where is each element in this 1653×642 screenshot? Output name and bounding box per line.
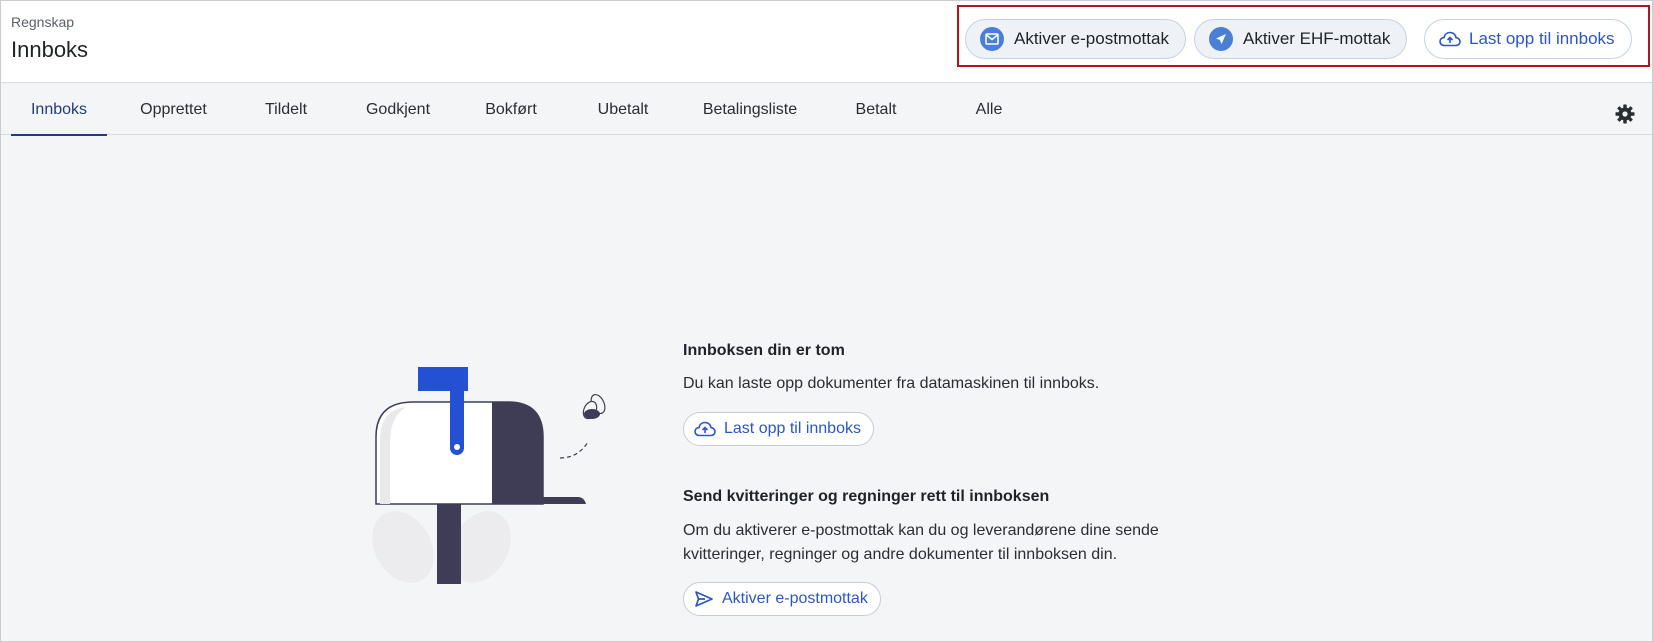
header-actions-highlight: Aktiver e-postmottak Aktiver EHF-mottak … <box>957 5 1650 67</box>
tab-label: Alle <box>975 100 1003 118</box>
tab-label: Godkjent <box>365 100 431 118</box>
activate-email-link-button[interactable]: Aktiver e-postmottak <box>683 582 881 616</box>
tab-godkjent[interactable]: Godkjent <box>356 84 440 135</box>
email-icon <box>980 27 1004 51</box>
tab-label: Tildelt <box>264 100 308 118</box>
activate-email-link-label: Aktiver e-postmottak <box>722 590 868 607</box>
cloud-upload-icon <box>694 421 716 437</box>
send-section-text: Om du aktiverer e-postmottak kan du og l… <box>683 522 1159 563</box>
activate-ehf-label: Aktiver EHF-mottak <box>1243 29 1391 48</box>
tab-label: Betalt <box>855 100 897 118</box>
activate-email-button[interactable]: Aktiver e-postmottak <box>965 19 1186 59</box>
tab-tildelt[interactable]: Tildelt <box>251 84 321 135</box>
cloud-upload-icon <box>1439 31 1461 47</box>
upload-to-inbox-link-button[interactable]: Last opp til innboks <box>683 412 874 446</box>
upload-to-inbox-button[interactable]: Last opp til innboks <box>1424 19 1632 59</box>
empty-state-title: Innboksen din er tom <box>683 342 845 359</box>
tab-label: Ubetalt <box>597 100 649 118</box>
upload-to-inbox-label: Last opp til innboks <box>1469 29 1615 48</box>
gear-icon[interactable] <box>1615 104 1635 124</box>
tab-opprettet[interactable]: Opprettet <box>131 84 216 135</box>
tab-ubetalt[interactable]: Ubetalt <box>581 84 665 135</box>
empty-mailbox-illustration <box>368 362 618 592</box>
activate-email-label: Aktiver e-postmottak <box>1014 29 1169 48</box>
send-icon <box>1209 27 1233 51</box>
tab-label: Opprettet <box>140 100 207 118</box>
tab-betalingsliste[interactable]: Betalingsliste <box>691 84 809 135</box>
breadcrumb[interactable]: Regnskap <box>11 14 74 30</box>
tab-label: Betalingsliste <box>702 100 798 118</box>
page-title: Innboks <box>11 37 89 62</box>
empty-state-text: Du kan laste opp dokumenter fra datamask… <box>683 375 1100 392</box>
tab-alle[interactable]: Alle <box>959 84 1019 135</box>
tab-label: Innboks <box>30 100 88 118</box>
upload-link-label: Last opp til innboks <box>724 420 861 437</box>
tab-bokfort[interactable]: Bokført <box>471 84 551 135</box>
tab-bar: Innboks Opprettet Tildelt Godkjent Bokfø… <box>1 84 1652 136</box>
send-icon <box>695 591 713 607</box>
tab-betalt[interactable]: Betalt <box>841 84 911 135</box>
activate-ehf-button[interactable]: Aktiver EHF-mottak <box>1194 19 1408 59</box>
send-section-title: Send kvitteringer og regninger rett til … <box>683 488 1050 505</box>
tab-innboks[interactable]: Innboks <box>11 84 107 136</box>
tab-label: Bokført <box>485 100 537 118</box>
